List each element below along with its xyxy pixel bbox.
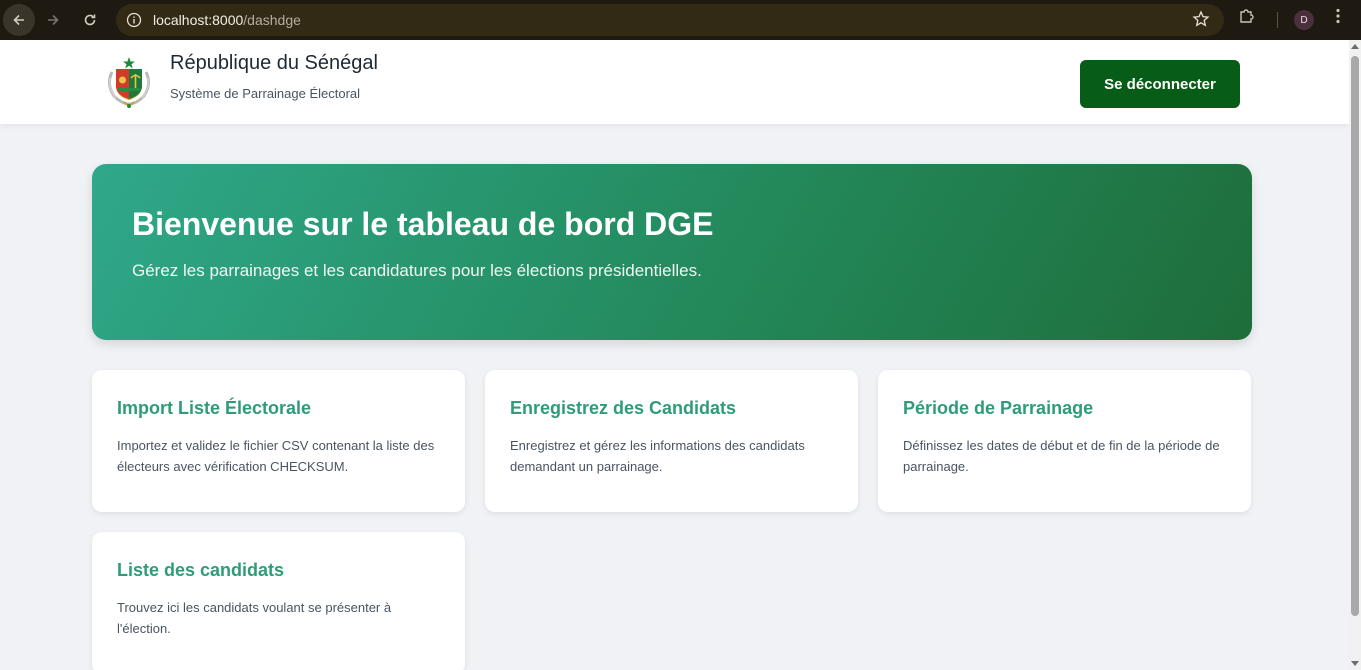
address-bar[interactable]: localhost:8000/dashdge <box>116 4 1224 36</box>
card-description: Enregistrez et gérez les informations de… <box>510 438 805 474</box>
forward-icon[interactable] <box>37 4 69 36</box>
kebab-menu-icon[interactable] <box>1328 6 1348 31</box>
card-title: Liste des candidats <box>117 560 285 580</box>
puzzle-icon[interactable] <box>1237 6 1257 31</box>
scrollbar-thumb[interactable] <box>1351 56 1359 616</box>
card-candidate-list[interactable]: Liste des candidats Trouvez ici les cand… <box>92 532 465 670</box>
browser-toolbar: localhost:8000/dashdge D <box>0 0 1361 40</box>
reload-icon[interactable] <box>74 4 106 36</box>
card-description: Définissez les dates de début et de fin … <box>903 438 1220 474</box>
card-title: Import Liste Électorale <box>117 398 312 418</box>
card-import-electoral-list[interactable]: Import Liste Électorale Importez et vali… <box>92 370 465 512</box>
welcome-subtitle: Gérez les parrainages et les candidature… <box>132 261 702 280</box>
card-title: Période de Parrainage <box>903 398 1094 418</box>
url-host: localhost:8000 <box>153 12 244 28</box>
page-title: République du Sénégal <box>170 52 378 74</box>
scroll-down-icon[interactable] <box>1351 661 1359 666</box>
info-icon[interactable] <box>124 10 144 30</box>
welcome-title: Bienvenue sur le tableau de bord DGE <box>132 206 714 242</box>
star-icon[interactable] <box>1192 10 1210 33</box>
card-description: Importez et validez le fichier CSV conte… <box>117 438 435 474</box>
scroll-up-icon[interactable] <box>1351 44 1359 49</box>
card-register-candidates[interactable]: Enregistrez des Candidats Enregistrez et… <box>485 370 858 512</box>
page-subtitle: Système de Parrainage Électoral <box>170 86 361 101</box>
card-description: Trouvez ici les candidats voulant se pré… <box>117 600 392 636</box>
toolbar-separator <box>1277 12 1278 28</box>
profile-avatar[interactable]: D <box>1294 10 1314 30</box>
welcome-banner: Bienvenue sur le tableau de bord DGE Gér… <box>92 164 1252 340</box>
page-scrollbar[interactable] <box>1349 40 1361 670</box>
card-sponsorship-period[interactable]: Période de Parrainage Définissez les dat… <box>878 370 1251 512</box>
logout-button[interactable]: Se déconnecter <box>1080 60 1240 108</box>
page-content: République du Sénégal Système de Parrain… <box>0 40 1349 670</box>
site-header: République du Sénégal Système de Parrain… <box>0 40 1349 124</box>
url-path: /dashdge <box>243 12 301 28</box>
coat-of-arms-icon <box>102 54 156 110</box>
card-title: Enregistrez des Candidats <box>510 398 737 418</box>
back-icon[interactable] <box>3 4 35 36</box>
url-text[interactable]: localhost:8000/dashdge <box>153 12 301 28</box>
